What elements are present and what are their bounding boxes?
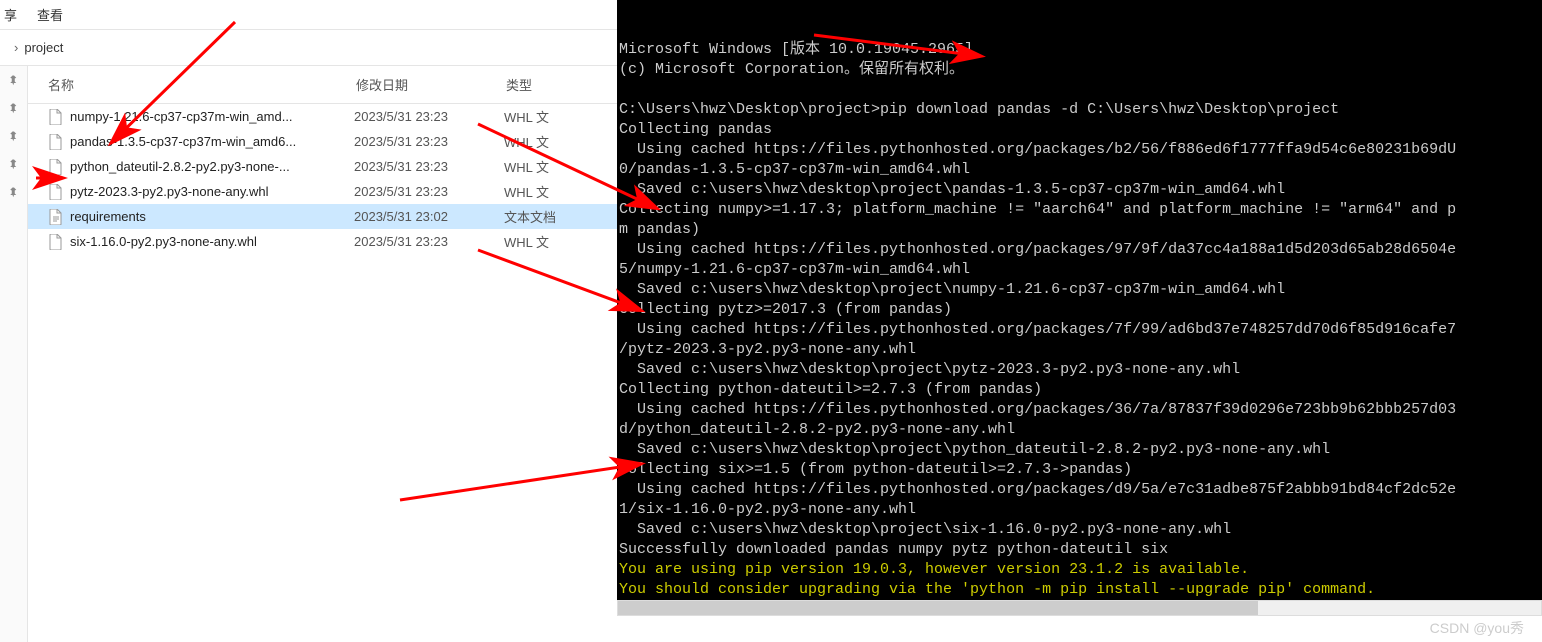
file-name: python_dateutil-2.8.2-py2.py3-none-... [70,159,354,174]
terminal-line [619,80,1540,100]
file-row[interactable]: requirements2023/5/31 23:02文本文档 [28,204,620,229]
file-type: WHL 文 [504,132,549,151]
file-row[interactable]: python_dateutil-2.8.2-py2.py3-none-...20… [28,154,620,179]
terminal-line: Using cached https://files.pythonhosted.… [619,320,1540,340]
ribbon-share[interactable]: 享 [4,5,17,24]
file-row[interactable]: numpy-1.21.6-cp37-cp37m-win_amd...2023/5… [28,104,620,129]
breadcrumb-folder[interactable]: project [24,40,63,55]
terminal-line: Using cached https://files.pythonhosted.… [619,480,1540,500]
col-date-header[interactable]: 修改日期 [356,75,506,94]
terminal-line: 0/pandas-1.3.5-cp37-cp37m-win_amd64.whl [619,160,1540,180]
terminal-line: Using cached https://files.pythonhosted.… [619,140,1540,160]
file-name: numpy-1.21.6-cp37-cp37m-win_amd... [70,109,354,124]
quick-access-bar [0,66,28,642]
file-type: WHL 文 [504,182,549,201]
file-date: 2023/5/31 23:02 [354,209,504,224]
ribbon-view[interactable]: 查看 [37,5,63,24]
file-icon [48,209,64,225]
col-name-header[interactable]: 名称 [28,75,356,94]
terminal-line: Collecting six>=1.5 (from python-dateuti… [619,460,1540,480]
file-type: WHL 文 [504,107,549,126]
pin-icon[interactable] [0,94,28,122]
file-type: WHL 文 [504,232,549,251]
terminal-line: Saved c:\users\hwz\desktop\project\pytho… [619,440,1540,460]
pin-icon[interactable] [0,150,28,178]
terminal-line: Collecting pytz>=2017.3 (from pandas) [619,300,1540,320]
file-name: requirements [70,209,354,224]
file-date: 2023/5/31 23:23 [354,134,504,149]
terminal-line: 5/numpy-1.21.6-cp37-cp37m-win_amd64.whl [619,260,1540,280]
file-icon [48,134,64,150]
file-date: 2023/5/31 23:23 [354,184,504,199]
file-date: 2023/5/31 23:23 [354,109,504,124]
terminal-line: Saved c:\users\hwz\desktop\project\six-1… [619,520,1540,540]
terminal-line: You are using pip version 19.0.3, howeve… [619,560,1540,580]
file-icon [48,109,64,125]
col-type-header[interactable]: 类型 [506,75,620,94]
terminal-line: Successfully downloaded pandas numpy pyt… [619,540,1540,560]
terminal-line: Collecting numpy>=1.17.3; platform_machi… [619,200,1540,220]
file-icon [48,184,64,200]
terminal-line: Saved c:\users\hwz\desktop\project\pytz-… [619,360,1540,380]
pin-icon[interactable] [0,122,28,150]
file-list[interactable]: 名称 修改日期 类型 numpy-1.21.6-cp37-cp37m-win_a… [28,66,620,642]
file-icon [48,234,64,250]
terminal-line: 1/six-1.16.0-py2.py3-none-any.whl [619,500,1540,520]
terminal-line: d/python_dateutil-2.8.2-py2.py3-none-any… [619,420,1540,440]
terminal-line: C:\Users\hwz\Desktop\project>pip downloa… [619,100,1540,120]
terminal-line: Microsoft Windows [版本 10.0.19045.2965] [619,40,1540,60]
terminal-line: Using cached https://files.pythonhosted.… [619,240,1540,260]
terminal-line: You should consider upgrading via the 'p… [619,580,1540,600]
terminal-line: (c) Microsoft Corporation。保留所有权利。 [619,60,1540,80]
file-type: 文本文档 [504,207,556,226]
chevron-right-icon: › [14,40,18,55]
terminal-line: Saved c:\users\hwz\desktop\project\numpy… [619,280,1540,300]
ribbon-bar: 享 查看 [0,0,620,30]
terminal-line: Using cached https://files.pythonhosted.… [619,400,1540,420]
file-type: WHL 文 [504,157,549,176]
terminal-line: m pandas) [619,220,1540,240]
horizontal-scrollbar[interactable] [617,600,1542,616]
terminal-line: /pytz-2023.3-py2.py3-none-any.whl [619,340,1540,360]
watermark: CSDN @you秀 [1424,616,1530,640]
file-row[interactable]: pytz-2023.3-py2.py3-none-any.whl2023/5/3… [28,179,620,204]
file-row[interactable]: pandas-1.3.5-cp37-cp37m-win_amd6...2023/… [28,129,620,154]
terminal-line: Collecting pandas [619,120,1540,140]
file-explorer: 享 查看 › project 名称 修改日期 类型 numpy-1.21.6-c… [0,0,620,642]
terminal-line: Saved c:\users\hwz\desktop\project\panda… [619,180,1540,200]
terminal-line: Collecting python-dateutil>=2.7.3 (from … [619,380,1540,400]
file-date: 2023/5/31 23:23 [354,159,504,174]
file-icon [48,159,64,175]
pin-icon[interactable] [0,178,28,206]
pin-icon[interactable] [0,66,28,94]
file-row[interactable]: six-1.16.0-py2.py3-none-any.whl2023/5/31… [28,229,620,254]
address-bar[interactable]: › project [0,30,620,66]
file-date: 2023/5/31 23:23 [354,234,504,249]
scrollbar-thumb[interactable] [618,601,1258,615]
column-headers: 名称 修改日期 类型 [28,66,620,104]
file-name: six-1.16.0-py2.py3-none-any.whl [70,234,354,249]
file-name: pandas-1.3.5-cp37-cp37m-win_amd6... [70,134,354,149]
command-prompt[interactable]: Microsoft Windows [版本 10.0.19045.2965](c… [617,0,1542,600]
file-name: pytz-2023.3-py2.py3-none-any.whl [70,184,354,199]
